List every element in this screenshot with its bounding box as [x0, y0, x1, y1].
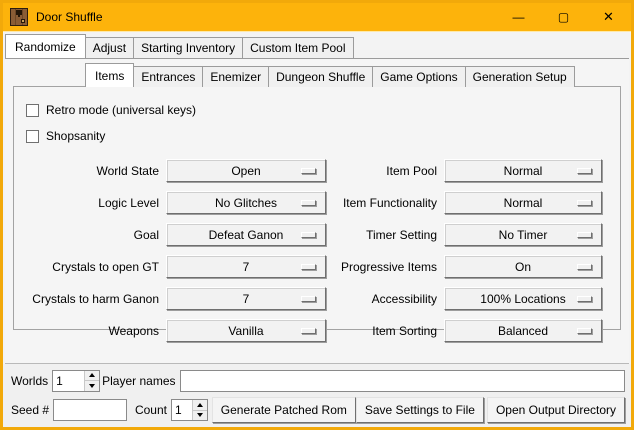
weapons-dropdown[interactable]: Vanilla	[166, 319, 326, 342]
retro-mode-checkbox-row[interactable]: Retro mode (universal keys)	[26, 101, 620, 119]
shopsanity-label: Shopsanity	[46, 129, 105, 143]
world-state-dropdown[interactable]: Open	[166, 159, 326, 182]
goal-dropdown[interactable]: Defeat Ganon	[166, 223, 326, 246]
item-functionality-dropdown[interactable]: Normal	[444, 191, 602, 214]
crystals-ganon-label: Crystals to harm Ganon	[14, 292, 166, 306]
world-state-label: World State	[14, 164, 166, 178]
dropdown-indicator-icon	[577, 296, 592, 302]
crystals-ganon-dropdown[interactable]: 7	[166, 287, 326, 310]
dropdown-indicator-icon	[301, 328, 316, 334]
logic-level-label: Logic Level	[14, 196, 166, 210]
weapons-label: Weapons	[14, 324, 166, 338]
spin-up-button[interactable]	[193, 400, 207, 411]
settings-grid: World State Open Item Pool Normal Logic …	[14, 159, 620, 342]
item-functionality-label: Item Functionality	[326, 196, 444, 210]
worlds-spinner[interactable]: 1	[52, 370, 100, 392]
accessibility-dropdown[interactable]: 100% Locations	[444, 287, 602, 310]
tab-game-options[interactable]: Game Options	[372, 66, 465, 87]
app-window: Door Shuffle — ▢ ✕ Randomize Adjust Star…	[0, 0, 634, 430]
count-spinner[interactable]: 1	[171, 399, 208, 421]
dropdown-indicator-icon	[301, 168, 316, 174]
retro-mode-checkbox[interactable]	[26, 104, 39, 117]
tab-dungeon-shuffle[interactable]: Dungeon Shuffle	[268, 66, 373, 87]
logic-level-dropdown[interactable]: No Glitches	[166, 191, 326, 214]
seed-input[interactable]	[53, 399, 127, 421]
crystals-gt-label: Crystals to open GT	[14, 260, 166, 274]
tab-items[interactable]: Items	[85, 63, 134, 87]
player-names-input[interactable]	[180, 370, 626, 392]
dropdown-indicator-icon	[301, 200, 316, 206]
tab-custom-item-pool[interactable]: Custom Item Pool	[242, 37, 353, 58]
seed-label: Seed #	[9, 403, 53, 417]
items-pane: Retro mode (universal keys) Shopsanity W…	[13, 86, 621, 330]
item-pool-label: Item Pool	[326, 164, 444, 178]
tab-randomize[interactable]: Randomize	[5, 34, 86, 58]
window-controls: — ▢ ✕	[496, 3, 631, 31]
tab-enemizer[interactable]: Enemizer	[202, 66, 269, 87]
sub-tab-bar: Items Entrances Enemizer Dungeon Shuffle…	[5, 63, 629, 87]
crystals-gt-dropdown[interactable]: 7	[166, 255, 326, 278]
dropdown-indicator-icon	[301, 296, 316, 302]
worlds-label: Worlds	[9, 374, 52, 388]
randomize-pane: Items Entrances Enemizer Dungeon Shuffle…	[5, 58, 629, 364]
spin-down-button[interactable]	[85, 381, 99, 391]
dropdown-indicator-icon	[577, 328, 592, 334]
player-names-label: Player names	[100, 374, 179, 388]
generate-patched-rom-button[interactable]: Generate Patched Rom	[212, 397, 356, 423]
progressive-items-label: Progressive Items	[326, 260, 444, 274]
dropdown-indicator-icon	[577, 264, 592, 270]
shopsanity-checkbox-row[interactable]: Shopsanity	[26, 127, 620, 145]
maximize-button[interactable]: ▢	[541, 3, 586, 31]
goal-label: Goal	[14, 228, 166, 242]
dropdown-indicator-icon	[301, 264, 316, 270]
shopsanity-checkbox[interactable]	[26, 130, 39, 143]
accessibility-label: Accessibility	[326, 292, 444, 306]
retro-mode-label: Retro mode (universal keys)	[46, 103, 196, 117]
timer-setting-label: Timer Setting	[326, 228, 444, 242]
dropdown-indicator-icon	[577, 232, 592, 238]
progressive-items-dropdown[interactable]: On	[444, 255, 602, 278]
window-title: Door Shuffle	[36, 10, 103, 24]
spin-up-button[interactable]	[85, 371, 99, 382]
minimize-button[interactable]: —	[496, 3, 541, 31]
app-icon	[10, 8, 28, 26]
dropdown-indicator-icon	[301, 232, 316, 238]
save-settings-button[interactable]: Save Settings to File	[356, 397, 484, 423]
item-pool-dropdown[interactable]: Normal	[444, 159, 602, 182]
item-sorting-label: Item Sorting	[326, 324, 444, 338]
spin-down-button[interactable]	[193, 411, 207, 421]
tab-adjust[interactable]: Adjust	[85, 37, 134, 58]
timer-setting-dropdown[interactable]: No Timer	[444, 223, 602, 246]
main-tab-bar: Randomize Adjust Starting Inventory Cust…	[3, 34, 631, 58]
open-output-directory-button[interactable]: Open Output Directory	[487, 397, 625, 423]
item-sorting-dropdown[interactable]: Balanced	[444, 319, 602, 342]
close-button[interactable]: ✕	[586, 3, 631, 31]
tab-starting-inventory[interactable]: Starting Inventory	[133, 37, 243, 58]
tab-generation-setup[interactable]: Generation Setup	[465, 66, 575, 87]
dropdown-indicator-icon	[577, 200, 592, 206]
title-bar: Door Shuffle — ▢ ✕	[3, 3, 631, 31]
bottom-bar: Worlds 1 Player names Seed # Count 1	[3, 364, 631, 427]
dropdown-indicator-icon	[577, 168, 592, 174]
tab-entrances[interactable]: Entrances	[133, 66, 203, 87]
count-label: Count	[127, 403, 171, 417]
